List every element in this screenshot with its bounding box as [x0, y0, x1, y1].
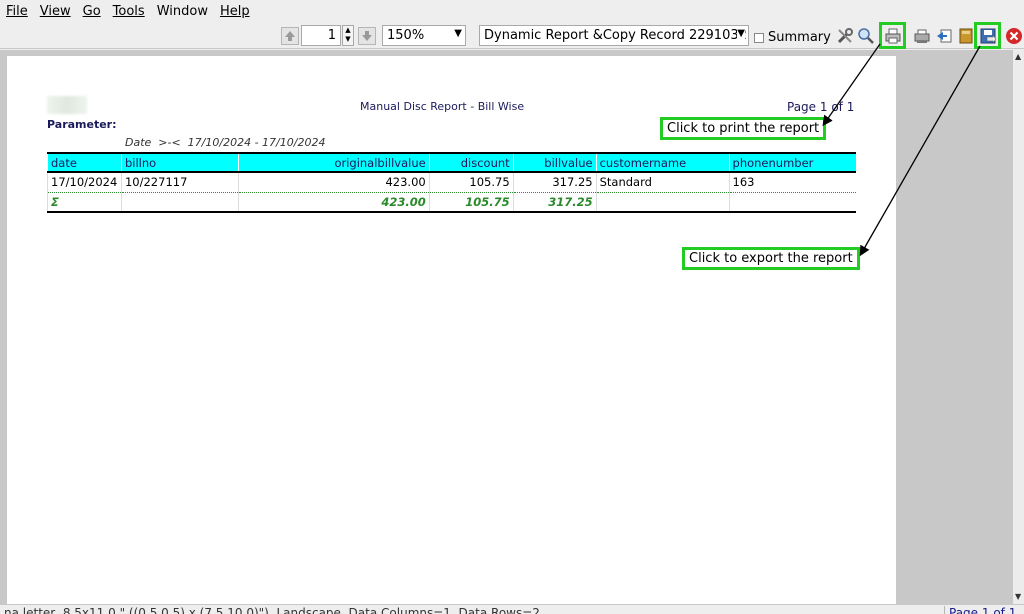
next-page-button[interactable]: [358, 27, 376, 45]
export-to-file-button[interactable]: [933, 25, 954, 46]
report-title: Manual Disc Report - Bill Wise: [360, 100, 525, 113]
close-icon: [1005, 27, 1022, 44]
arrow-down-icon: [362, 31, 372, 41]
menu-file[interactable]: File: [6, 4, 28, 19]
column-header: date: [47, 152, 122, 173]
table-cell: 423.00: [237, 172, 430, 193]
summary-checkbox[interactable]: Summary: [754, 27, 831, 48]
zoom-select[interactable]: 150% ▼: [382, 25, 466, 46]
checkbox-box[interactable]: [754, 32, 764, 43]
table-cell: 423.00: [237, 192, 430, 213]
menu-tools[interactable]: Tools: [113, 4, 145, 19]
arrow-up-icon: [285, 31, 295, 41]
magnifier-icon: [857, 27, 874, 44]
export-arrow-icon: [936, 29, 951, 42]
scroll-up-icon[interactable]: ▲: [1015, 52, 1021, 61]
chevron-down-icon: ▼: [737, 28, 745, 39]
table-cell: [595, 192, 730, 213]
totals-row: Σ 423.00 105.75 317.25: [47, 192, 856, 213]
status-text: na letter, 8.5x11.0 " ((0.5,0.5) x (7.5,…: [4, 606, 540, 614]
zoom-value: 150%: [387, 28, 425, 43]
scroll-down-icon[interactable]: ▼: [1015, 592, 1021, 601]
page-info: Page 1 of 1: [787, 100, 855, 114]
table-cell: 17/10/2024: [47, 172, 122, 193]
book-button[interactable]: [955, 25, 976, 46]
report-select[interactable]: Dynamic Report &Copy Record 2291032 ▼: [479, 25, 749, 46]
print-button[interactable]: [879, 22, 906, 49]
menu-help[interactable]: Help: [220, 4, 250, 19]
book-icon: [959, 28, 972, 43]
print-icon: [885, 28, 900, 43]
vertical-scrollbar[interactable]: ▲ ▼: [1012, 50, 1024, 604]
page-spinner[interactable]: ▲ ▼: [342, 25, 354, 46]
status-bar: na letter, 8.5x11.0 " ((0.5,0.5) x (7.5,…: [0, 604, 1024, 614]
print-setup-icon: [914, 29, 929, 43]
table-row: 17/10/2024 10/227117 423.00 105.75 317.2…: [47, 172, 856, 193]
table-cell: Standard: [595, 172, 730, 193]
status-page-info: Page 1 of 1: [944, 606, 1016, 614]
table-cell: [120, 192, 239, 213]
column-header: customername: [595, 152, 730, 173]
table-cell: 105.75: [428, 172, 514, 193]
table-cell: 317.25: [512, 192, 597, 213]
tools-button[interactable]: [834, 25, 855, 46]
report-name: Dynamic Report &Copy Record 2291032: [484, 28, 747, 43]
table-cell: 317.25: [512, 172, 597, 193]
close-button[interactable]: [1003, 25, 1024, 46]
chevron-down-icon: ▼: [454, 28, 462, 39]
tools-icon: [837, 27, 853, 43]
print-setup-button[interactable]: [911, 25, 932, 46]
parameter-label: Parameter:: [47, 118, 117, 131]
table-cell: 105.75: [428, 192, 514, 213]
menu-view[interactable]: View: [40, 4, 71, 19]
export-button[interactable]: [974, 22, 1001, 49]
table-header-row: date billno originalbillvalue discount b…: [47, 152, 856, 173]
column-header: originalbillvalue: [237, 152, 430, 173]
table-cell: 163: [728, 172, 856, 193]
report-viewport[interactable]: Manual Disc Report - Bill Wise Page 1 of…: [0, 50, 1012, 604]
summary-label: Summary: [768, 30, 831, 45]
table-cell: [728, 192, 856, 213]
column-header: discount: [428, 152, 514, 173]
previous-page-button[interactable]: [281, 27, 299, 45]
company-logo: [47, 96, 87, 114]
menu-window[interactable]: Window: [157, 4, 208, 19]
menu-bar: File View Go Tools Window Help: [0, 0, 1024, 22]
find-button[interactable]: [855, 25, 876, 46]
parameter-value: Date >-< 17/10/2024 - 17/10/2024: [125, 136, 326, 149]
sum-symbol: Σ: [47, 192, 122, 213]
save-export-icon: [980, 28, 996, 44]
export-callout: Click to export the report: [682, 247, 860, 270]
report-table: date billno originalbillvalue discount b…: [47, 152, 856, 213]
table-cell: 10/227117: [120, 172, 239, 193]
column-header: billvalue: [512, 152, 597, 173]
page-number-field[interactable]: 1: [301, 25, 341, 46]
column-header: phonenumber: [728, 152, 856, 173]
print-callout: Click to print the report: [660, 117, 827, 140]
menu-go[interactable]: Go: [83, 4, 101, 19]
toolbar: 1 ▲ ▼ 150% ▼ Dynamic Report &Copy Record …: [0, 22, 1024, 49]
column-header: billno: [120, 152, 239, 173]
